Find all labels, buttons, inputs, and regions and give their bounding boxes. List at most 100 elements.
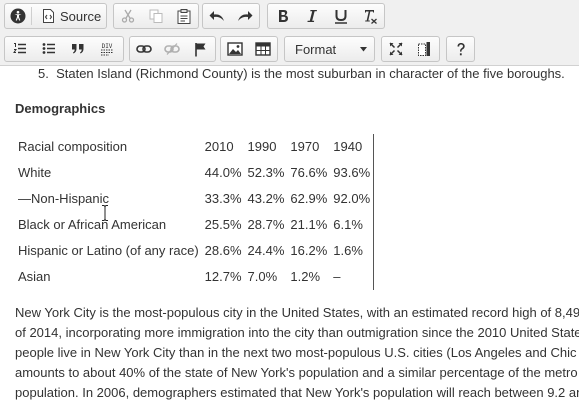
accessibility-icon [10, 8, 26, 24]
source-button-label: Source [60, 8, 102, 24]
table-cell[interactable]: 33.3% [202, 186, 245, 212]
paragraph-line: New York City is the most-populous city … [15, 305, 579, 320]
image-button[interactable] [221, 37, 249, 61]
source-icon [43, 9, 54, 23]
source-button[interactable]: Source [32, 4, 106, 28]
table-cell[interactable]: 62.9% [287, 186, 330, 212]
table-button[interactable] [249, 37, 277, 61]
help-icon [457, 42, 465, 55]
table-cell[interactable]: 52.3% [245, 160, 288, 186]
toolbar-group-clipboard [113, 3, 199, 29]
table-cell[interactable]: 1990 [245, 134, 288, 160]
unlink-icon [164, 43, 180, 55]
toolbar-group-document: Source [4, 3, 107, 29]
image-icon [227, 42, 243, 56]
table-cell[interactable]: 43.2% [245, 186, 288, 212]
paragraph-line: of 2014, incorporating more immigration … [15, 325, 579, 340]
about-button[interactable] [5, 4, 31, 28]
list-item: 5. Staten Island (Richmond County) is th… [38, 66, 565, 82]
toolbar-group-links [129, 36, 216, 62]
numbered-list-button[interactable] [5, 37, 34, 61]
table-cell[interactable]: 25.5% [202, 212, 245, 238]
bold-button[interactable] [268, 4, 297, 28]
toolbar-group-history [202, 3, 260, 29]
table-cell[interactable]: 1.6% [330, 238, 375, 264]
maximize-button[interactable] [382, 37, 410, 61]
table-cell[interactable]: —Non-Hispanic [15, 186, 202, 212]
table-cell[interactable]: 28.6% [202, 238, 245, 264]
table-cell[interactable]: 93.6% [330, 160, 375, 186]
toolbar-group-tools [381, 36, 440, 62]
link-button[interactable] [130, 37, 158, 61]
table-cell[interactable]: 21.1% [287, 212, 330, 238]
redo-icon [238, 11, 253, 21]
numbered-list-icon [12, 43, 26, 54]
table-cell[interactable]: 24.4% [245, 238, 288, 264]
help-button[interactable] [447, 37, 474, 61]
table-cell[interactable]: 76.6% [287, 160, 330, 186]
demographics-table[interactable]: Racial composition 2010 1990 1970 1940 W… [15, 134, 375, 290]
table-row: White 44.0% 52.3% 76.6% 93.6% [15, 160, 375, 186]
show-blocks-icon [418, 42, 430, 56]
quote-icon [71, 44, 83, 54]
div-container-icon: DIV [100, 43, 113, 56]
editor-content-area[interactable]: 5. Staten Island (Richmond County) is th… [0, 66, 579, 400]
table-cell[interactable]: 92.0% [330, 186, 375, 212]
underline-button[interactable] [326, 4, 355, 28]
table-cell[interactable]: – [330, 264, 375, 290]
redo-button[interactable] [231, 4, 259, 28]
table-cell[interactable]: White [15, 160, 202, 186]
creatediv-button[interactable]: DIV [92, 37, 121, 61]
table-cell[interactable]: 7.0% [245, 264, 288, 290]
paragraph-line: population. In 2006, demographers estima… [15, 385, 579, 400]
table-cell[interactable]: 1940 [330, 134, 375, 160]
table-cell[interactable]: 1970 [287, 134, 330, 160]
undo-icon [209, 11, 224, 21]
paste-button[interactable] [170, 4, 198, 28]
table-cell[interactable]: Racial composition [15, 134, 202, 160]
text-cursor-icon [102, 205, 108, 221]
table-cell[interactable]: 28.7% [245, 212, 288, 238]
bold-icon [278, 10, 288, 22]
show-blocks-button[interactable] [410, 37, 438, 61]
editor-toolbar: Source DIV Format [0, 0, 579, 66]
scissors-icon [121, 9, 135, 23]
table-cell[interactable]: 1.2% [287, 264, 330, 290]
table-row: Asian 12.7% 7.0% 1.2% – [15, 264, 375, 290]
undo-button[interactable] [203, 4, 231, 28]
italic-button[interactable] [297, 4, 326, 28]
toolbar-group-insert [220, 36, 278, 62]
table-cell[interactable]: Asian [15, 264, 202, 290]
table-cell[interactable]: 16.2% [287, 238, 330, 264]
anchor-button[interactable] [186, 37, 214, 61]
maximize-icon [389, 42, 403, 56]
cut-button[interactable] [114, 4, 142, 28]
link-icon [136, 45, 152, 53]
chevron-down-icon [360, 46, 367, 51]
toolbar-group-basicstyles [267, 3, 385, 29]
table-cell[interactable]: Black or African American [15, 212, 202, 238]
list-item-text: Staten Island (Richmond County) is the m… [56, 66, 565, 81]
blockquote-button[interactable] [63, 37, 92, 61]
section-heading: Demographics [15, 101, 106, 116]
toolbar-group-paragraph: DIV [4, 36, 124, 62]
table-cell[interactable]: Hispanic or Latino (of any race) [15, 238, 202, 264]
table-cell[interactable]: 12.7% [202, 264, 245, 290]
table-cell[interactable]: 6.1% [330, 212, 375, 238]
table-cell[interactable]: 44.0% [202, 160, 245, 186]
table-header-row: Racial composition 2010 1990 1970 1940 [15, 134, 375, 160]
copy-button[interactable] [142, 4, 170, 28]
table-icon [255, 42, 271, 56]
svg-text:DIV: DIV [101, 43, 112, 50]
bulleted-list-icon [42, 43, 55, 54]
underline-icon [334, 9, 347, 24]
bulleted-list-button[interactable] [34, 37, 63, 61]
format-dropdown[interactable]: Format [284, 36, 375, 62]
table-row: Hispanic or Latino (of any race) 28.6% 2… [15, 238, 375, 264]
paragraph-line: people live in New York City than in the… [15, 345, 577, 360]
italic-icon [306, 10, 317, 22]
table-cell[interactable]: 2010 [202, 134, 245, 160]
remove-format-button[interactable] [355, 4, 384, 28]
remove-format-icon [364, 9, 377, 24]
unlink-button[interactable] [158, 37, 186, 61]
